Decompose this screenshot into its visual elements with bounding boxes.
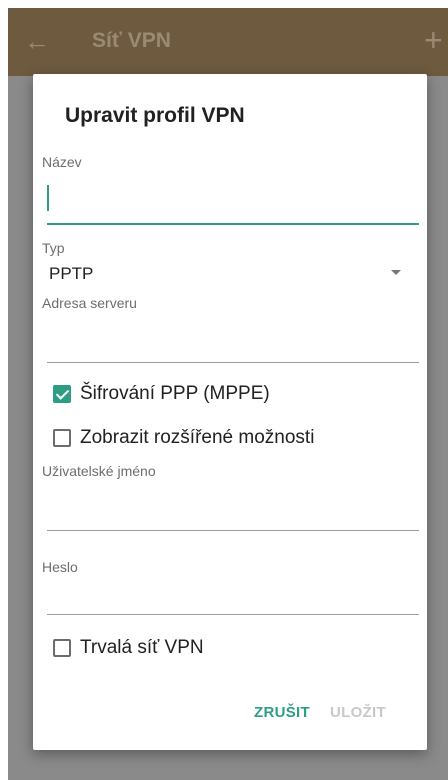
name-input-underline [47, 223, 419, 225]
edit-vpn-profile-dialog: Upravit profil VPN Název Typ PPTP Adresa… [33, 74, 427, 750]
plus-icon[interactable]: + [424, 24, 443, 56]
password-label: Heslo [42, 559, 78, 575]
checkbox-checked-icon[interactable] [53, 385, 71, 403]
server-label: Adresa serveru [42, 295, 137, 311]
screen: ← Síť VPN + Upravit profil VPN Název Typ… [8, 8, 448, 780]
encryption-option[interactable]: Šifrování PPP (MPPE) [53, 382, 270, 406]
name-label: Název [42, 154, 82, 170]
advanced-options-label: Zobrazit rozšířené možnosti [80, 427, 315, 448]
arrow-left-icon[interactable]: ← [24, 28, 50, 54]
checkbox-unchecked-icon[interactable] [53, 429, 71, 447]
text-cursor [47, 185, 49, 211]
advanced-options-option[interactable]: Zobrazit rozšířené možnosti [53, 426, 314, 450]
dialog-title: Upravit profil VPN [65, 104, 245, 127]
always-on-vpn-label: Trvalá síť VPN [80, 637, 204, 658]
app-bar: ← Síť VPN + [8, 8, 448, 76]
server-input-underline [47, 362, 419, 363]
cancel-button[interactable]: ZRUŠIT [254, 704, 310, 721]
app-bar-title: Síť VPN [92, 29, 171, 52]
encryption-label: Šifrování PPP (MPPE) [80, 383, 270, 404]
type-select[interactable]: PPTP [49, 264, 93, 284]
username-input-underline [47, 530, 419, 531]
save-button[interactable]: ULOŽIT [330, 704, 386, 721]
type-label: Typ [42, 240, 65, 256]
always-on-vpn-option[interactable]: Trvalá síť VPN [53, 636, 204, 660]
username-label: Uživatelské jméno [42, 463, 156, 479]
dropdown-arrow-icon[interactable] [391, 270, 401, 275]
checkbox-unchecked-icon[interactable] [53, 639, 71, 657]
password-input-underline [47, 614, 419, 615]
